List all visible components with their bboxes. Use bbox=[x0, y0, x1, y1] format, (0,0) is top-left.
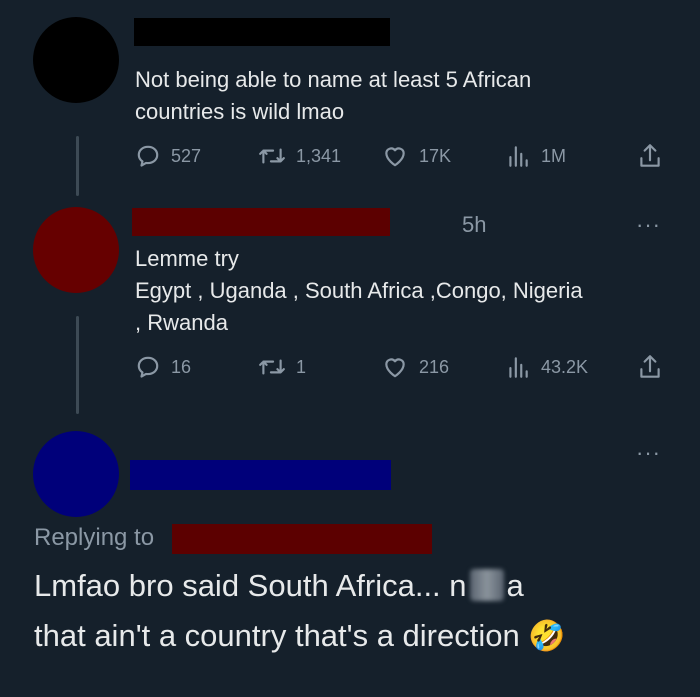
tweet-1-text-line-1: Not being able to name at least 5 Africa… bbox=[135, 67, 532, 92]
like-button-2[interactable]: 216 bbox=[381, 353, 449, 381]
redacted-username-2 bbox=[132, 208, 390, 236]
reply-count: 527 bbox=[171, 146, 202, 166]
like-icon bbox=[385, 147, 405, 167]
retweet-button-2[interactable]: 1 bbox=[258, 353, 306, 381]
share-icon bbox=[640, 144, 660, 167]
share-button-2[interactable] bbox=[637, 353, 673, 381]
tweet-3-text-part-a: Lmfao bro said South Africa... n bbox=[34, 568, 467, 603]
retweet-count: 1 bbox=[296, 357, 307, 377]
avatar-user-2[interactable] bbox=[33, 207, 119, 293]
tweet-2-text-line-3: , Rwanda bbox=[135, 310, 228, 335]
views-button[interactable]: 1M bbox=[505, 142, 566, 170]
avatar-user-1[interactable] bbox=[33, 17, 119, 103]
like-button[interactable]: 17K bbox=[381, 142, 451, 170]
rofl-emoji-icon: 🤣 bbox=[528, 620, 566, 653]
redacted-replying-to-handle[interactable] bbox=[172, 524, 432, 554]
reply-icon bbox=[137, 356, 159, 378]
like-icon bbox=[385, 358, 405, 378]
tweet-3-text-line-1: Lmfao bro said South Africa... n a bbox=[34, 562, 524, 610]
reply-button-2[interactable]: 16 bbox=[135, 353, 191, 381]
retweet-count: 1,341 bbox=[296, 146, 342, 166]
tweet-3-more-icon[interactable]: ··· bbox=[636, 442, 661, 464]
reply-icon bbox=[137, 145, 159, 167]
tweet-2-text: Lemme try Egypt , Uganda , South Africa … bbox=[135, 243, 583, 339]
retweet-button[interactable]: 1,341 bbox=[258, 142, 341, 170]
views-count: 1M bbox=[541, 146, 567, 166]
tweet-2-text-line-1: Lemme try bbox=[135, 246, 239, 271]
redacted-username-1 bbox=[134, 18, 390, 46]
reply-button[interactable]: 527 bbox=[135, 142, 201, 170]
tweet-1-text: Not being able to name at least 5 Africa… bbox=[135, 64, 531, 128]
tweet-3-text-line-2: that ain't a country that's a direction … bbox=[34, 612, 566, 661]
retweet-icon bbox=[259, 359, 285, 375]
tweet-3-text-line-2-text: that ain't a country that's a direction bbox=[34, 618, 520, 653]
tweet-3-text-part-b: a bbox=[506, 568, 524, 603]
tweet-2-text-line-2: Egypt , Uganda , South Africa ,Congo, Ni… bbox=[135, 278, 583, 303]
tweet-2-timestamp: 5h bbox=[462, 212, 487, 237]
views-icon bbox=[509, 357, 528, 378]
like-count: 216 bbox=[419, 357, 450, 377]
thread-line-2 bbox=[76, 316, 79, 414]
replying-to-label: Replying to bbox=[34, 524, 155, 551]
share-icon bbox=[640, 355, 660, 378]
thread-line bbox=[76, 136, 79, 196]
retweet-icon bbox=[259, 148, 285, 164]
reply-count: 16 bbox=[171, 357, 192, 377]
tweet-2-more-icon[interactable]: ··· bbox=[636, 214, 661, 236]
like-count: 17K bbox=[419, 146, 452, 166]
avatar-user-3[interactable] bbox=[33, 431, 119, 517]
views-icon bbox=[509, 146, 528, 167]
censored-word-blur bbox=[469, 569, 504, 601]
share-button[interactable] bbox=[637, 142, 673, 170]
views-count: 43.2K bbox=[541, 357, 589, 377]
redacted-username-3 bbox=[130, 460, 391, 490]
tweet-1-text-line-2: countries is wild lmao bbox=[135, 99, 345, 124]
views-button-2[interactable]: 43.2K bbox=[505, 353, 588, 381]
